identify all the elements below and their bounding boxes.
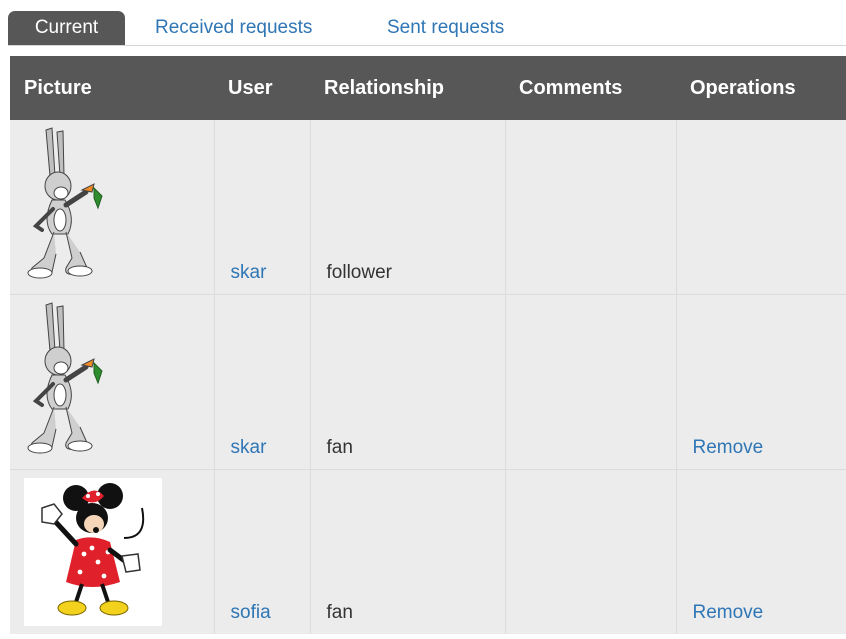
header-relationship: Relationship [310,56,505,120]
user-cell: sofia [214,469,311,634]
user-cell: skar [214,294,311,470]
operations-cell: Remove [676,294,846,470]
relations-page: Current Received requests Sent requests … [0,0,846,639]
relationship-cell: fan [310,469,506,634]
relationship-cell: fan [310,294,506,470]
relations-table: Picture User Relationship Comments Opera… [10,56,846,634]
tab-received-requests[interactable]: Received requests [155,12,312,44]
minnie-mouse-icon [41,483,145,616]
bugs-bunny-avatar[interactable] [22,301,112,457]
table-header-row: Picture User Relationship Comments Opera… [10,56,846,120]
comments-cell [505,120,677,295]
minnie-mouse-avatar[interactable] [24,478,162,626]
picture-cell [10,120,215,295]
user-link[interactable]: skar [231,262,267,283]
table-row: skar follower [10,120,846,295]
picture-cell [10,294,215,470]
header-picture: Picture [10,56,214,120]
table-row: sofia fan Remove [10,469,846,635]
bugs-bunny-avatar[interactable] [22,126,112,282]
operations-cell [676,120,846,295]
user-cell: skar [214,120,311,295]
tab-sent-requests[interactable]: Sent requests [387,12,504,44]
remove-link[interactable]: Remove [693,437,764,458]
tab-current[interactable]: Current [8,11,125,45]
table-row: skar fan Remove [10,294,846,470]
operations-cell: Remove [676,470,846,635]
header-user: User [214,56,310,120]
header-comments: Comments [505,56,676,120]
relations-tabs: Current Received requests Sent requests [8,10,846,46]
remove-link[interactable]: Remove [693,602,764,623]
header-operations: Operations [676,56,846,120]
picture-cell [10,469,215,634]
user-link[interactable]: sofia [231,602,271,623]
comments-cell [505,469,677,634]
user-link[interactable]: skar [231,437,267,458]
relationship-cell: follower [310,120,506,295]
comments-cell [505,294,677,470]
